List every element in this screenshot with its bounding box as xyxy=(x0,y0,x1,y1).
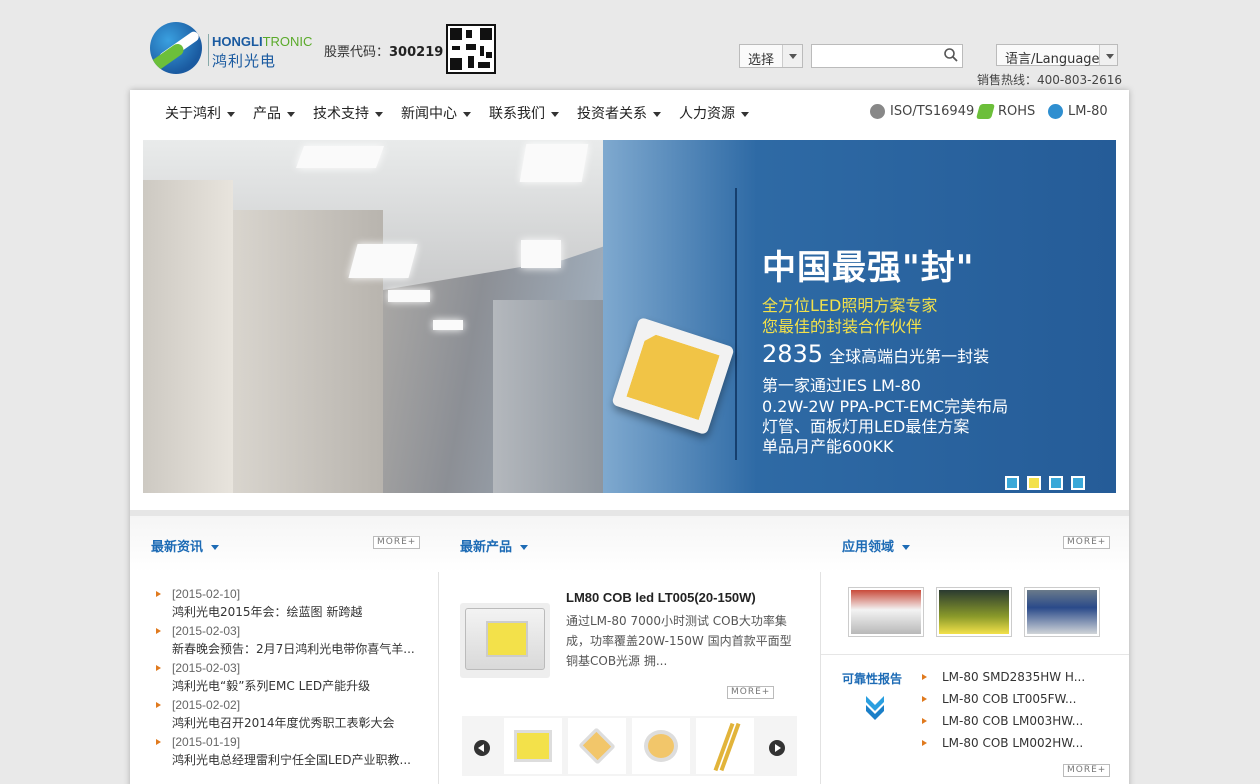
logo-chinese: 鸿利光电 xyxy=(212,52,277,70)
product-thumbnail[interactable] xyxy=(632,718,690,774)
list-item[interactable]: [2015-02-02] 鸿利光电召开2014年度优秀职工表彰大会 xyxy=(156,698,416,731)
hero-banner[interactable]: 中国最强"封" 全方位LED照明方案专家 您最佳的封装合作伙伴 2835 全球高端… xyxy=(143,140,1116,493)
banner-dot-4[interactable] xyxy=(1071,476,1085,490)
banner-dot-3[interactable] xyxy=(1049,476,1063,490)
language-select[interactable]: 语言/Language xyxy=(996,44,1118,67)
banner-dot-2[interactable] xyxy=(1027,476,1041,490)
search-input[interactable] xyxy=(811,44,963,68)
list-item[interactable]: [2015-02-10] 鸿利光电2015年会：绘蓝图 新跨越 xyxy=(156,587,416,620)
section-title-applications[interactable]: 应用领域 xyxy=(842,536,910,555)
main-nav: 关于鸿利 产品 技术支持 新闻中心 联系我们 投资者关系 人力资源 ISO/TS… xyxy=(130,90,1129,132)
nav-item-news[interactable]: 新闻中心 xyxy=(401,103,471,123)
nav-item-investors[interactable]: 投资者关系 xyxy=(577,103,661,123)
application-image[interactable] xyxy=(936,587,1012,637)
reliability-report-item[interactable]: LM-80 COB LM002HW... xyxy=(922,736,1083,750)
product-description: 通过LM-80 7000小时测试 COB大功率集成，功率覆盖20W-150W 国… xyxy=(566,614,792,668)
nav-item-tech-support[interactable]: 技术支持 xyxy=(313,103,383,123)
product-image[interactable] xyxy=(460,603,550,678)
double-chevron-down-icon xyxy=(866,696,884,720)
list-item[interactable]: [2015-01-19] 鸿利光电总经理雷利宁任全国LED产业职教... xyxy=(156,735,416,768)
main-panel: 关于鸿利 产品 技术支持 新闻中心 联系我们 投资者关系 人力资源 ISO/TS… xyxy=(130,90,1129,784)
search-category-select[interactable]: 选择 xyxy=(739,44,803,68)
chevron-down-icon xyxy=(1099,45,1117,65)
nav-item-about[interactable]: 关于鸿利 xyxy=(165,103,235,123)
section-title-products[interactable]: 最新产品 xyxy=(460,536,528,555)
lm80-badge-icon xyxy=(1048,104,1063,119)
medal-icon xyxy=(870,104,885,119)
product-thumbnail[interactable] xyxy=(696,718,754,774)
product-more-button[interactable]: MORE+ xyxy=(727,686,775,699)
sales-hotline: 销售热线：400-803-2616 xyxy=(977,73,1123,87)
reliability-report-title[interactable]: 可靠性报告 xyxy=(842,670,902,687)
section-title-news[interactable]: 最新资讯 xyxy=(151,536,219,555)
list-item[interactable]: [2015-02-03] 鸿利光电“毅”系列EMC LED产能升级 xyxy=(156,661,416,694)
stock-code: 股票代码：300219 xyxy=(324,45,444,60)
cert-rohs[interactable]: ROHS xyxy=(975,104,1035,119)
header: HONGLITRONIC 鸿利光电 股票代码：300219 选择 语言/Lang… xyxy=(0,0,1260,92)
reliability-report-item[interactable]: LM-80 COB LM003HW... xyxy=(922,714,1083,728)
leaf-icon xyxy=(975,104,996,119)
banner-subtitle-2: 您最佳的封装合作伙伴 xyxy=(762,317,923,336)
applications-more-button[interactable]: MORE+ xyxy=(1063,536,1111,549)
carousel-next-icon[interactable] xyxy=(769,740,785,756)
cert-iso[interactable]: ISO/TS16949 xyxy=(870,104,974,119)
banner-dot-1[interactable] xyxy=(1005,476,1019,490)
chevron-down-icon xyxy=(782,45,802,67)
carousel-prev-icon[interactable] xyxy=(474,740,490,756)
application-image[interactable] xyxy=(848,587,924,637)
logo-english: HONGLITRONIC xyxy=(212,34,313,49)
banner-line-5: 单品月产能600KK xyxy=(762,437,894,456)
nav-item-products[interactable]: 产品 xyxy=(253,103,295,123)
cert-lm80[interactable]: LM-80 xyxy=(1048,104,1108,119)
application-image[interactable] xyxy=(1024,587,1100,637)
reliability-report-item[interactable]: LM-80 SMD2835HW H... xyxy=(922,670,1085,684)
product-thumbnail-carousel xyxy=(462,716,797,776)
banner-title: 中国最强"封" xyxy=(762,248,975,288)
banner-line-1: 2835 全球高端白光第一封装 xyxy=(762,340,990,368)
reliability-more-button[interactable]: MORE+ xyxy=(1063,764,1111,777)
nav-item-contact[interactable]: 联系我们 xyxy=(489,103,559,123)
reliability-report-item[interactable]: LM-80 COB LT005FW... xyxy=(922,692,1076,706)
list-item[interactable]: [2015-02-03] 新春晚会预告：2月7日鸿利光电带你喜气羊... xyxy=(156,624,416,657)
product-name[interactable]: LM80 COB led LT005(20-150W) xyxy=(566,590,756,605)
nav-item-hr[interactable]: 人力资源 xyxy=(679,103,749,123)
banner-pagination xyxy=(1005,476,1093,490)
qr-code-icon xyxy=(446,24,496,74)
logo-mark-icon xyxy=(150,22,202,74)
product-thumbnail[interactable] xyxy=(568,718,626,774)
company-logo[interactable]: HONGLITRONIC 鸿利光电 xyxy=(150,22,320,77)
product-thumbnail[interactable] xyxy=(504,718,562,774)
search-icon[interactable] xyxy=(944,48,958,62)
news-more-button[interactable]: MORE+ xyxy=(373,536,421,549)
